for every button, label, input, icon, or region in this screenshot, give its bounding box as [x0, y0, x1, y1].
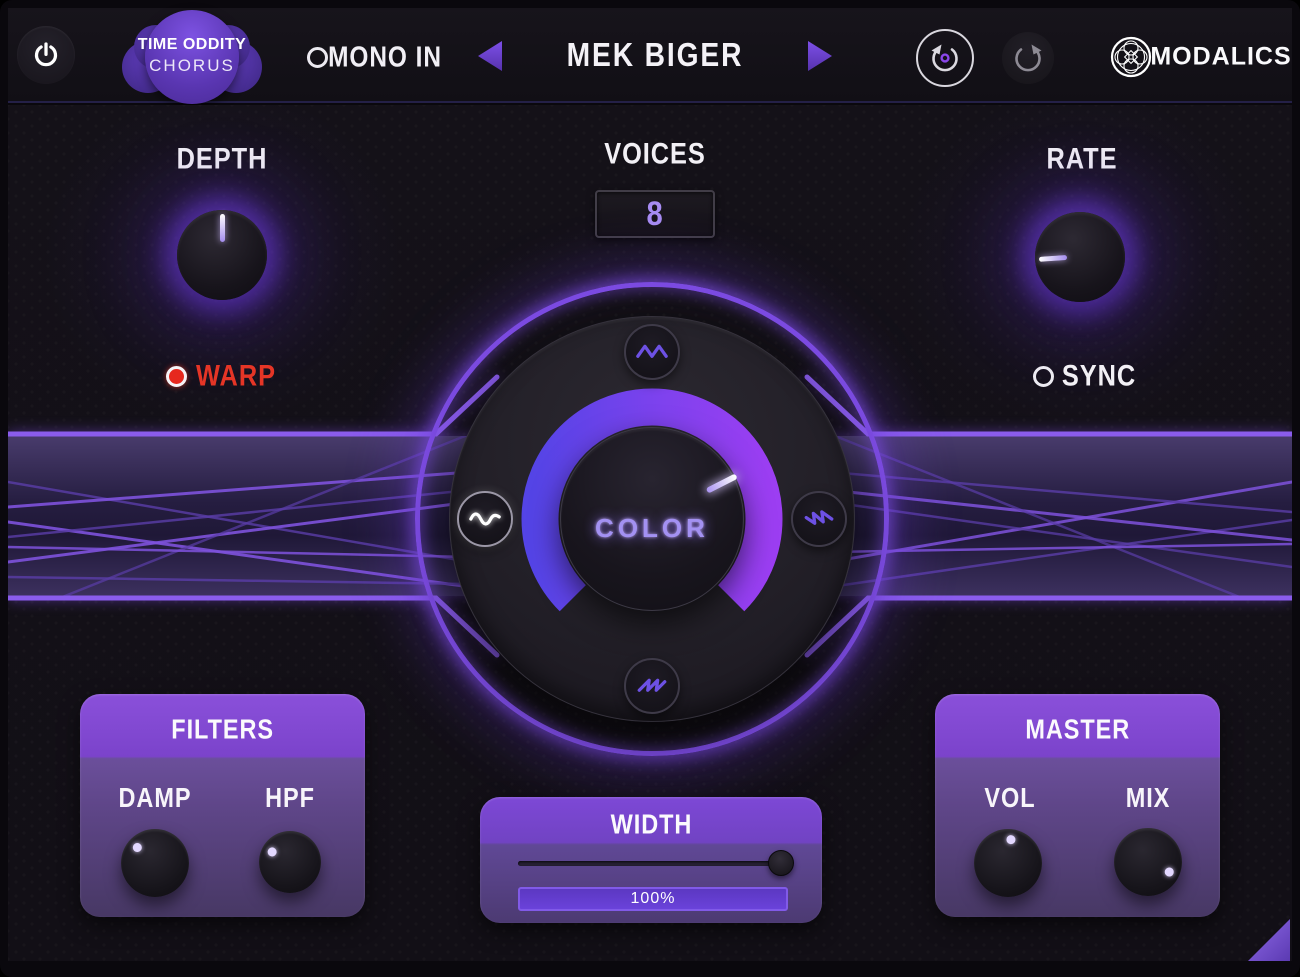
vol-label: VOL	[983, 785, 1037, 814]
voices-label: VOICES	[601, 139, 709, 170]
modalics-logo-icon	[1109, 35, 1153, 79]
damp-label: DAMP	[116, 785, 194, 814]
lfo-shape-triangle-button[interactable]	[624, 324, 680, 380]
vol-knob-dot	[1006, 835, 1016, 845]
voices-value-box[interactable]: 8	[595, 190, 715, 238]
width-panel: WIDTH 100%	[480, 797, 822, 923]
sync-toggle[interactable]	[1033, 366, 1054, 387]
mix-knob-dot	[1164, 866, 1176, 878]
plugin-logo: TIME ODDITY CHORUS	[122, 9, 262, 101]
mono-in-label: MONO IN	[324, 42, 445, 73]
hpf-knob-dot	[266, 846, 278, 858]
sync-label: SYNC	[1059, 361, 1138, 392]
prev-preset-button[interactable]	[475, 39, 505, 73]
plugin-window: TIME ODDITY CHORUS MONO IN MEK BIGER	[0, 0, 1300, 977]
rate-knob-pointer	[1039, 255, 1067, 262]
hpf-knob[interactable]	[259, 831, 321, 893]
logo-line1: TIME ODDITY	[122, 35, 262, 55]
undo-icon	[925, 38, 965, 78]
title-bar: TIME ODDITY CHORUS MONO IN MEK BIGER	[8, 8, 1292, 103]
main-panel: DEPTH WARP VOICES 8 RATE SYNC	[8, 105, 1292, 961]
damp-knob[interactable]	[121, 829, 189, 897]
resize-handle[interactable]	[1246, 917, 1292, 961]
width-value-bar: 100%	[518, 887, 788, 911]
warp-label: WARP	[194, 361, 279, 392]
warp-toggle[interactable]	[166, 366, 187, 387]
depth-knob[interactable]	[177, 210, 267, 300]
preset-name[interactable]: MEK BIGER	[561, 39, 749, 73]
lfo-shape-random-button[interactable]	[791, 491, 847, 547]
mix-knob[interactable]	[1114, 828, 1182, 896]
resize-triangle-icon	[1248, 919, 1290, 961]
next-preset-button[interactable]	[805, 39, 835, 73]
filters-panel: FILTERS DAMP HPF	[80, 694, 365, 917]
depth-label: DEPTH	[174, 144, 271, 175]
vol-knob[interactable]	[974, 829, 1042, 897]
power-button[interactable]	[17, 26, 75, 84]
width-slider-track[interactable]	[518, 861, 792, 866]
rate-knob[interactable]	[1035, 212, 1125, 302]
right-triangle-icon	[808, 41, 832, 71]
width-title: WIDTH	[480, 811, 822, 840]
lfo-shape-saw-button[interactable]	[624, 658, 680, 714]
triangle-wave-icon	[635, 335, 669, 369]
width-value: 100%	[631, 890, 676, 908]
master-panel: MASTER VOL MIX	[935, 694, 1220, 917]
color-knob-assembly: COLOR	[402, 269, 902, 769]
depth-knob-pointer	[220, 214, 225, 242]
mix-label: MIX	[1124, 785, 1171, 814]
power-icon	[31, 40, 61, 70]
redo-button[interactable]	[1002, 32, 1054, 84]
width-slider-thumb[interactable]	[768, 850, 794, 876]
filters-title: FILTERS	[80, 716, 365, 745]
damp-knob-dot	[131, 842, 144, 855]
voices-value: 8	[647, 194, 663, 234]
redo-icon	[1008, 38, 1048, 78]
logo-line2: CHORUS	[122, 55, 262, 76]
rate-label: RATE	[1044, 144, 1120, 175]
sine-wave-icon	[468, 502, 502, 536]
master-title: MASTER	[935, 716, 1220, 745]
left-triangle-icon	[478, 41, 502, 71]
brand-name: MODALICS	[1150, 43, 1291, 72]
lfo-shape-sine-button[interactable]	[457, 491, 513, 547]
hpf-label: HPF	[264, 785, 317, 814]
saw-wave-icon	[635, 669, 669, 703]
undo-button[interactable]	[916, 29, 974, 87]
random-wave-icon	[802, 502, 836, 536]
